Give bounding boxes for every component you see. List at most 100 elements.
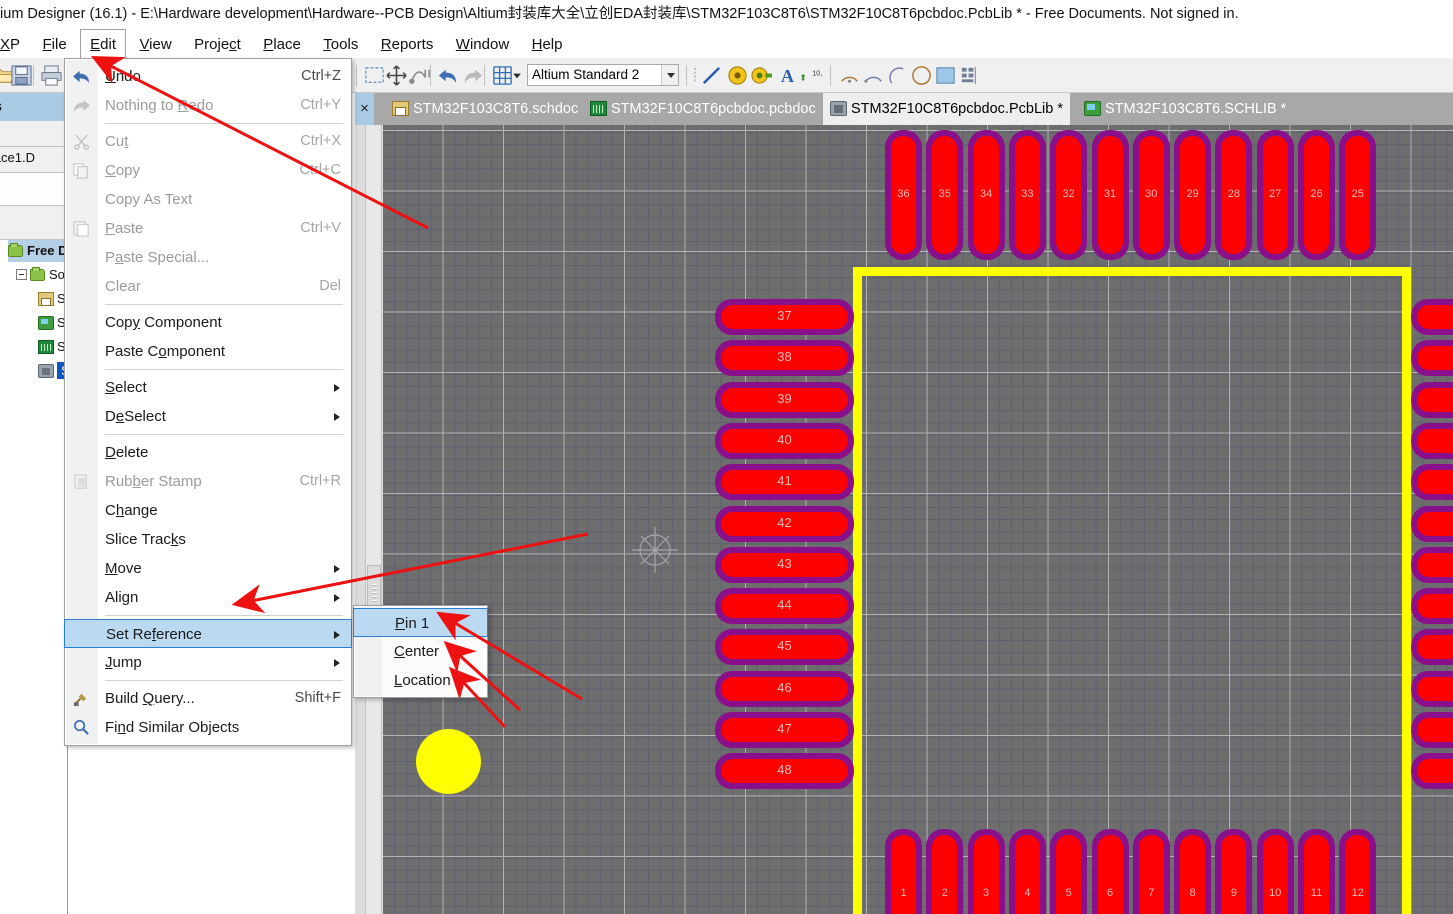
via-icon[interactable] [750,64,773,87]
vertical-scrollbar[interactable] [365,125,382,914]
pad-14[interactable]: 14 [1411,712,1453,748]
tab-stm32f10c8t6pcbdoc-pcblib[interactable]: STM32F10C8T6pcbdoc.PcbLib * [823,93,1070,125]
pad-22[interactable]: 22 [1411,381,1453,418]
tree-item-schdoc[interactable]: S [38,288,66,310]
pad-26[interactable]: 26 [1298,130,1335,260]
menu-item-set-reference[interactable]: Set Reference [64,619,352,648]
pad-32[interactable]: 32 [1050,130,1088,260]
string-icon[interactable]: A [776,64,799,87]
pad-12[interactable]: 12 [1339,829,1377,914]
menu-item-align[interactable]: Align [65,583,351,612]
pad-33[interactable]: 33 [1008,130,1046,260]
arc-center-icon[interactable] [838,64,861,87]
arc-edge-icon[interactable] [862,64,885,87]
submenu-item-pin-1[interactable]: Pin 1 [353,608,488,637]
menu-project[interactable]: Project [185,30,250,59]
pad-20[interactable]: 20 [1411,464,1453,501]
pad-8[interactable]: 8 [1174,829,1212,914]
pad-6[interactable]: 6 [1091,829,1129,914]
pad-34[interactable]: 34 [967,130,1005,260]
pad-11[interactable]: 11 [1298,829,1335,914]
pad-9[interactable]: 9 [1215,829,1253,914]
chevron-down-icon[interactable] [661,65,678,85]
menu-item-paste-component[interactable]: Paste Component [65,337,351,366]
menu-item-move[interactable]: Move [65,554,351,583]
pcb-footprint-view[interactable]: 36 35 34 33 32 31 30 29 28 27 26 25 37 38 39 40 41 42 43 4… [383,125,1453,914]
pad-47[interactable]: 47 [715,712,854,748]
pad-24[interactable]: 24 [1411,299,1453,335]
pad-27[interactable]: 27 [1256,130,1294,260]
pad-40[interactable]: 40 [715,422,854,459]
pad-29[interactable]: 29 [1174,130,1212,260]
tree-item-source-documents[interactable]: Sour [16,264,67,286]
menu-item-change[interactable]: Change [65,496,351,525]
files-row[interactable]: iles [0,206,67,240]
fill-icon[interactable] [934,64,957,87]
menu-item-deselect[interactable]: DeSelect [65,402,351,431]
menu-item-delete[interactable]: Delete [65,438,351,467]
menu-edit[interactable]: Edit [80,29,126,59]
board-style-combo[interactable]: Altium Standard 2 [527,64,679,86]
pad-5[interactable]: 5 [1050,829,1088,914]
pad-2[interactable]: 2 [926,829,964,914]
pad-43[interactable]: 43 [715,546,854,583]
pad-10[interactable]: 10 [1256,829,1294,914]
pad-41[interactable]: 41 [715,464,854,501]
menu-view[interactable]: View [130,30,180,59]
menu-item-find-similar-objects[interactable]: Find Similar Objects [65,713,351,742]
pad-25[interactable]: 25 [1339,130,1377,260]
tab-stm32f103c8t6-schlib[interactable]: STM32F103C8T6.SCHLIB * [1077,93,1293,125]
pad-28[interactable]: 28 [1215,130,1253,260]
jump-icon[interactable] [408,64,431,87]
workspace-row[interactable]: orkspace1.D [0,147,67,173]
menu-tools[interactable]: Tools [314,30,367,59]
pad-44[interactable]: 44 [715,588,854,625]
line-icon[interactable] [700,64,723,87]
tab-stm32f103c8t6-schdoc[interactable]: STM32F103C8T6.schdoc [385,93,585,125]
print-icon[interactable] [40,64,63,87]
menu-item-copy-component[interactable]: Copy Component [65,308,351,337]
menu-place[interactable]: Place [254,30,310,59]
pad-17[interactable]: 17 [1411,588,1453,625]
pad-36[interactable]: 36 [885,130,922,260]
redo-icon[interactable] [461,64,484,87]
pad-7[interactable]: 7 [1132,829,1170,914]
pad-37[interactable]: 37 [715,299,854,335]
menu-item-select[interactable]: Select [65,373,351,402]
pad-48[interactable]: 48 [715,753,854,790]
tree-item-pcbdoc[interactable]: S [38,336,66,358]
pad-21[interactable]: 21 [1411,422,1453,459]
tree-item-free-documents[interactable]: Free D [8,240,67,262]
undo-icon[interactable] [437,64,460,87]
menu-item-build-query[interactable]: Build Query... Shift+F [65,684,351,713]
menu-xp[interactable]: XP [0,30,29,59]
pad-31[interactable]: 31 [1091,130,1129,260]
pad-13[interactable]: 13 [1411,753,1453,790]
submenu-item-location[interactable]: Location [354,666,487,695]
menu-item-slice-tracks[interactable]: Slice Tracks [65,525,351,554]
menu-reports[interactable]: Reports [372,30,443,59]
pad-45[interactable]: 45 [715,629,854,666]
full-circle-icon[interactable] [910,64,933,87]
grid-dropdown-icon[interactable] [511,64,523,87]
menu-item-jump[interactable]: Jump [65,648,351,677]
tree-item-schlib[interactable]: S [38,312,66,334]
tab-stm32f10c8t6pcbdoc-pcbdoc[interactable]: STM32F10C8T6pcbdoc.pcbdoc [583,93,823,125]
panel-search-row[interactable] [0,173,67,206]
save-icon[interactable] [10,64,33,87]
pad-icon[interactable] [726,64,749,87]
pad-16[interactable]: 16 [1411,629,1453,666]
menu-file[interactable]: File [33,30,75,59]
pad-39[interactable]: 39 [715,381,854,418]
arc-any-angle-icon[interactable] [886,64,909,87]
pad-18[interactable]: 18 [1411,546,1453,583]
pad-30[interactable]: 30 [1132,130,1170,260]
component-body-icon[interactable] [958,64,981,87]
close-icon[interactable]: × [355,93,374,125]
pad-35[interactable]: 35 [926,130,964,260]
move-icon[interactable] [385,64,408,87]
menu-item-undo[interactable]: Undo Ctrl+Z [65,62,351,91]
pad-19[interactable]: 19 [1411,505,1453,542]
collapse-expander-icon[interactable] [16,269,27,280]
dimension-icon[interactable]: 10,10 [800,64,823,87]
